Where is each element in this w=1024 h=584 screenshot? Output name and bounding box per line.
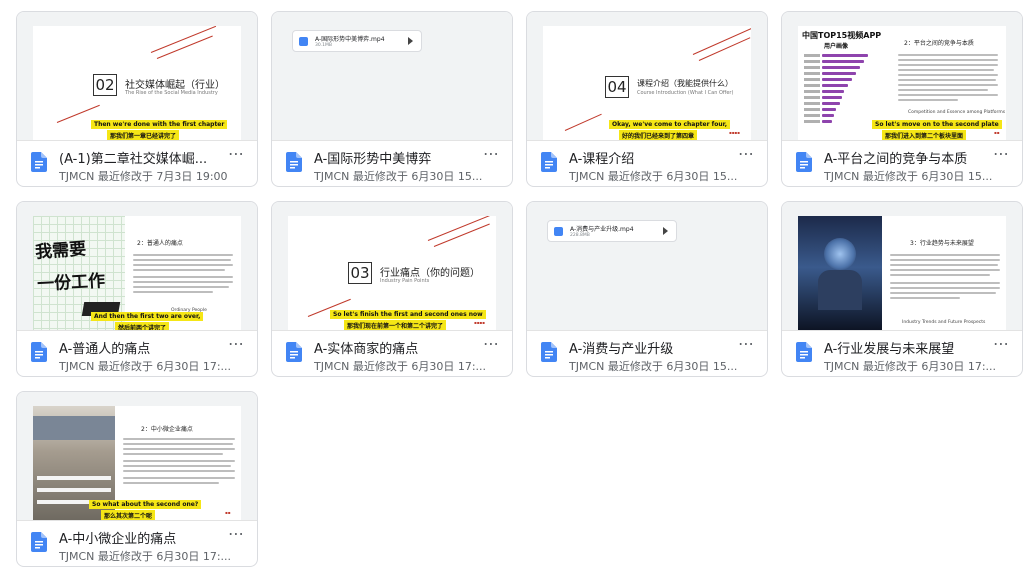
slide-preview: 我需要 一份工作 2：普通人的痛点 Ordinary People And th… [33, 216, 241, 330]
video-attachment[interactable]: A-国际形势中美博弈.mp4 30.1MB [292, 30, 422, 52]
slide-preview: 3：行业趋势与未来展望 Industry Trends and Future P… [798, 216, 1006, 330]
file-thumbnail[interactable]: 我需要 一份工作 2：普通人的痛点 Ordinary People And th… [17, 202, 257, 331]
file-meta: TJMCN 最近修改于 6月30日 17:... [824, 360, 997, 373]
doc-icon [31, 342, 47, 362]
slide-preview: 03 行业痛点（你的问题） Industry Pain Points So le… [288, 216, 496, 330]
more-options-icon[interactable]: ⋯ [228, 336, 245, 352]
file-thumbnail[interactable]: 03 行业痛点（你的问题） Industry Pain Points So le… [272, 202, 512, 331]
file-title[interactable]: A-平台之间的竞争与本质 [824, 148, 982, 167]
video-icon [554, 227, 563, 236]
more-options-icon[interactable]: ⋯ [738, 146, 755, 162]
more-options-icon[interactable]: ⋯ [738, 336, 755, 352]
caption-zh: 那我们现在前第一个和第二个讲完了 [344, 320, 447, 330]
doc-icon [796, 152, 812, 172]
play-icon[interactable] [663, 227, 668, 235]
slide-preview: 04 课程介绍（我能提供什么） Course Introduction (Wha… [543, 26, 751, 140]
file-title[interactable]: A-普通人的痛点 [59, 338, 217, 357]
file-meta: TJMCN 最近修改于 6月30日 15... [569, 360, 738, 373]
file-title[interactable]: A-行业发展与未来展望 [824, 338, 982, 357]
chapter-number: 02 [93, 74, 117, 96]
more-options-icon[interactable]: ⋯ [483, 336, 500, 352]
file-card[interactable]: A-消费与产业升级.mp4 228.8MB A-消费与产业升级 TJMCN 最近… [526, 201, 768, 377]
file-thumbnail[interactable]: A-消费与产业升级.mp4 228.8MB [527, 202, 767, 331]
file-thumbnail[interactable]: 2：中小微企业痛点 So what about the second one? … [17, 392, 257, 521]
more-options-icon[interactable]: ⋯ [993, 146, 1010, 162]
chapter-number: 03 [348, 262, 372, 284]
slide-heading: 3：行业趋势与未来展望 [910, 240, 974, 247]
slide-heading: 2：平台之间的竞争与本质 [904, 40, 974, 47]
doc-icon [286, 152, 302, 172]
slide-preview: 中国TOP15视频APP 用户画像 2：平台之间的竞争与本质 Competiti… [798, 26, 1006, 140]
more-options-icon[interactable]: ⋯ [483, 146, 500, 162]
play-icon[interactable] [408, 37, 413, 45]
file-title[interactable]: A-中小微企业的痛点 [59, 528, 217, 547]
file-meta: TJMCN 最近修改于 6月30日 15... [314, 170, 483, 183]
more-options-icon[interactable]: ⋯ [228, 526, 245, 542]
caption-en: So what about the second one? [89, 500, 202, 509]
caption-zh: 好的我们已经来到了第四章 [619, 130, 698, 140]
file-thumbnail[interactable]: 02 社交媒体崛起（行业） The Rise of the Social Med… [17, 12, 257, 141]
file-title[interactable]: (A-1)第二章社交媒体崛... [59, 148, 217, 167]
video-icon [299, 37, 308, 46]
doc-icon [31, 532, 47, 552]
file-card[interactable]: 中国TOP15视频APP 用户画像 2：平台之间的竞争与本质 Competiti… [781, 11, 1023, 187]
file-meta: TJMCN 最近修改于 6月30日 15... [824, 170, 993, 183]
file-card[interactable]: 2：中小微企业痛点 So what about the second one? … [16, 391, 258, 567]
file-title[interactable]: A-课程介绍 [569, 148, 727, 167]
caption-en: And then the first two are over, [91, 312, 204, 321]
file-card[interactable]: 02 社交媒体崛起（行业） The Rise of the Social Med… [16, 11, 258, 187]
file-title[interactable]: A-实体商家的痛点 [314, 338, 472, 357]
file-thumbnail[interactable]: A-国际形势中美博弈.mp4 30.1MB [272, 12, 512, 141]
file-card[interactable]: 03 行业痛点（你的问题） Industry Pain Points So le… [271, 201, 513, 377]
slide-heading: 行业痛点（你的问题） [380, 268, 480, 279]
file-title[interactable]: A-国际形势中美博弈 [314, 148, 472, 167]
slide-preview: 02 社交媒体崛起（行业） The Rise of the Social Med… [33, 26, 241, 140]
doc-icon [286, 342, 302, 362]
file-card[interactable]: A-国际形势中美博弈.mp4 30.1MB A-国际形势中美博弈 TJMCN 最… [271, 11, 513, 187]
file-card[interactable]: 04 课程介绍（我能提供什么） Course Introduction (Wha… [526, 11, 768, 187]
file-meta: TJMCN 最近修改于 7月3日 19:00 [59, 170, 228, 183]
caption-en: Okay, we've come to chapter four, [609, 120, 730, 129]
file-meta: TJMCN 最近修改于 6月30日 15... [569, 170, 738, 183]
slide-heading: 2：普通人的痛点 [137, 240, 183, 247]
caption-zh: 那我们进入到第二个板块里面 [882, 130, 967, 140]
more-options-icon[interactable]: ⋯ [993, 336, 1010, 352]
file-thumbnail[interactable]: 04 课程介绍（我能提供什么） Course Introduction (Wha… [527, 12, 767, 141]
caption-zh: 那么其次第二个呢 [101, 510, 156, 520]
caption-en: So let's move on to the second plate [872, 120, 1002, 129]
caption-en: Then we're done with the first chapter [91, 120, 228, 129]
doc-icon [796, 342, 812, 362]
chapter-number: 04 [605, 76, 629, 98]
file-title[interactable]: A-消费与产业升级 [569, 338, 727, 357]
file-thumbnail[interactable]: 中国TOP15视频APP 用户画像 2：平台之间的竞争与本质 Competiti… [782, 12, 1022, 141]
doc-icon [31, 152, 47, 172]
chart-title: 中国TOP15视频APP [802, 31, 882, 40]
caption-en: So let's finish the first and second one… [330, 310, 486, 319]
slide-heading: 社交媒体崛起（行业） [125, 80, 225, 91]
slide-heading: 2：中小微企业痛点 [141, 426, 193, 433]
file-meta: TJMCN 最近修改于 6月30日 17:... [59, 550, 232, 563]
more-options-icon[interactable]: ⋯ [228, 146, 245, 162]
file-card[interactable]: 3：行业趋势与未来展望 Industry Trends and Future P… [781, 201, 1023, 377]
file-meta: TJMCN 最近修改于 6月30日 17:... [314, 360, 487, 373]
video-attachment[interactable]: A-消费与产业升级.mp4 228.8MB [547, 220, 677, 242]
file-card[interactable]: 我需要 一份工作 2：普通人的痛点 Ordinary People And th… [16, 201, 258, 377]
doc-icon [541, 342, 557, 362]
caption-zh: 然后前两个讲完了 [115, 322, 170, 330]
caption-zh: 那我们第一章已经讲完了 [107, 130, 180, 140]
slide-heading: 课程介绍（我能提供什么） [637, 79, 733, 88]
doc-icon [541, 152, 557, 172]
file-thumbnail[interactable]: 3：行业趋势与未来展望 Industry Trends and Future P… [782, 202, 1022, 331]
slide-preview: 2：中小微企业痛点 So what about the second one? … [33, 406, 241, 520]
file-meta: TJMCN 最近修改于 6月30日 17:... [59, 360, 232, 373]
